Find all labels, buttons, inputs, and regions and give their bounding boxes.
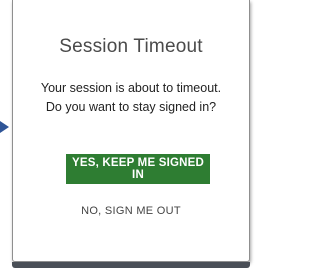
keep-signed-in-button[interactable]: YES, KEEP ME SIGNED IN: [66, 154, 210, 184]
arrow-right-icon: [0, 121, 9, 133]
dialog-bottom-bar: [12, 262, 250, 268]
dialog-message-line1: Your session is about to timeout.: [40, 81, 222, 95]
session-timeout-dialog: Session Timeout Your session is about to…: [12, 0, 250, 262]
dialog-title: Session Timeout: [59, 36, 203, 57]
sign-out-link[interactable]: NO, SIGN ME OUT: [13, 205, 249, 217]
dialog-message-line2: Do you want to stay signed in?: [45, 100, 217, 114]
